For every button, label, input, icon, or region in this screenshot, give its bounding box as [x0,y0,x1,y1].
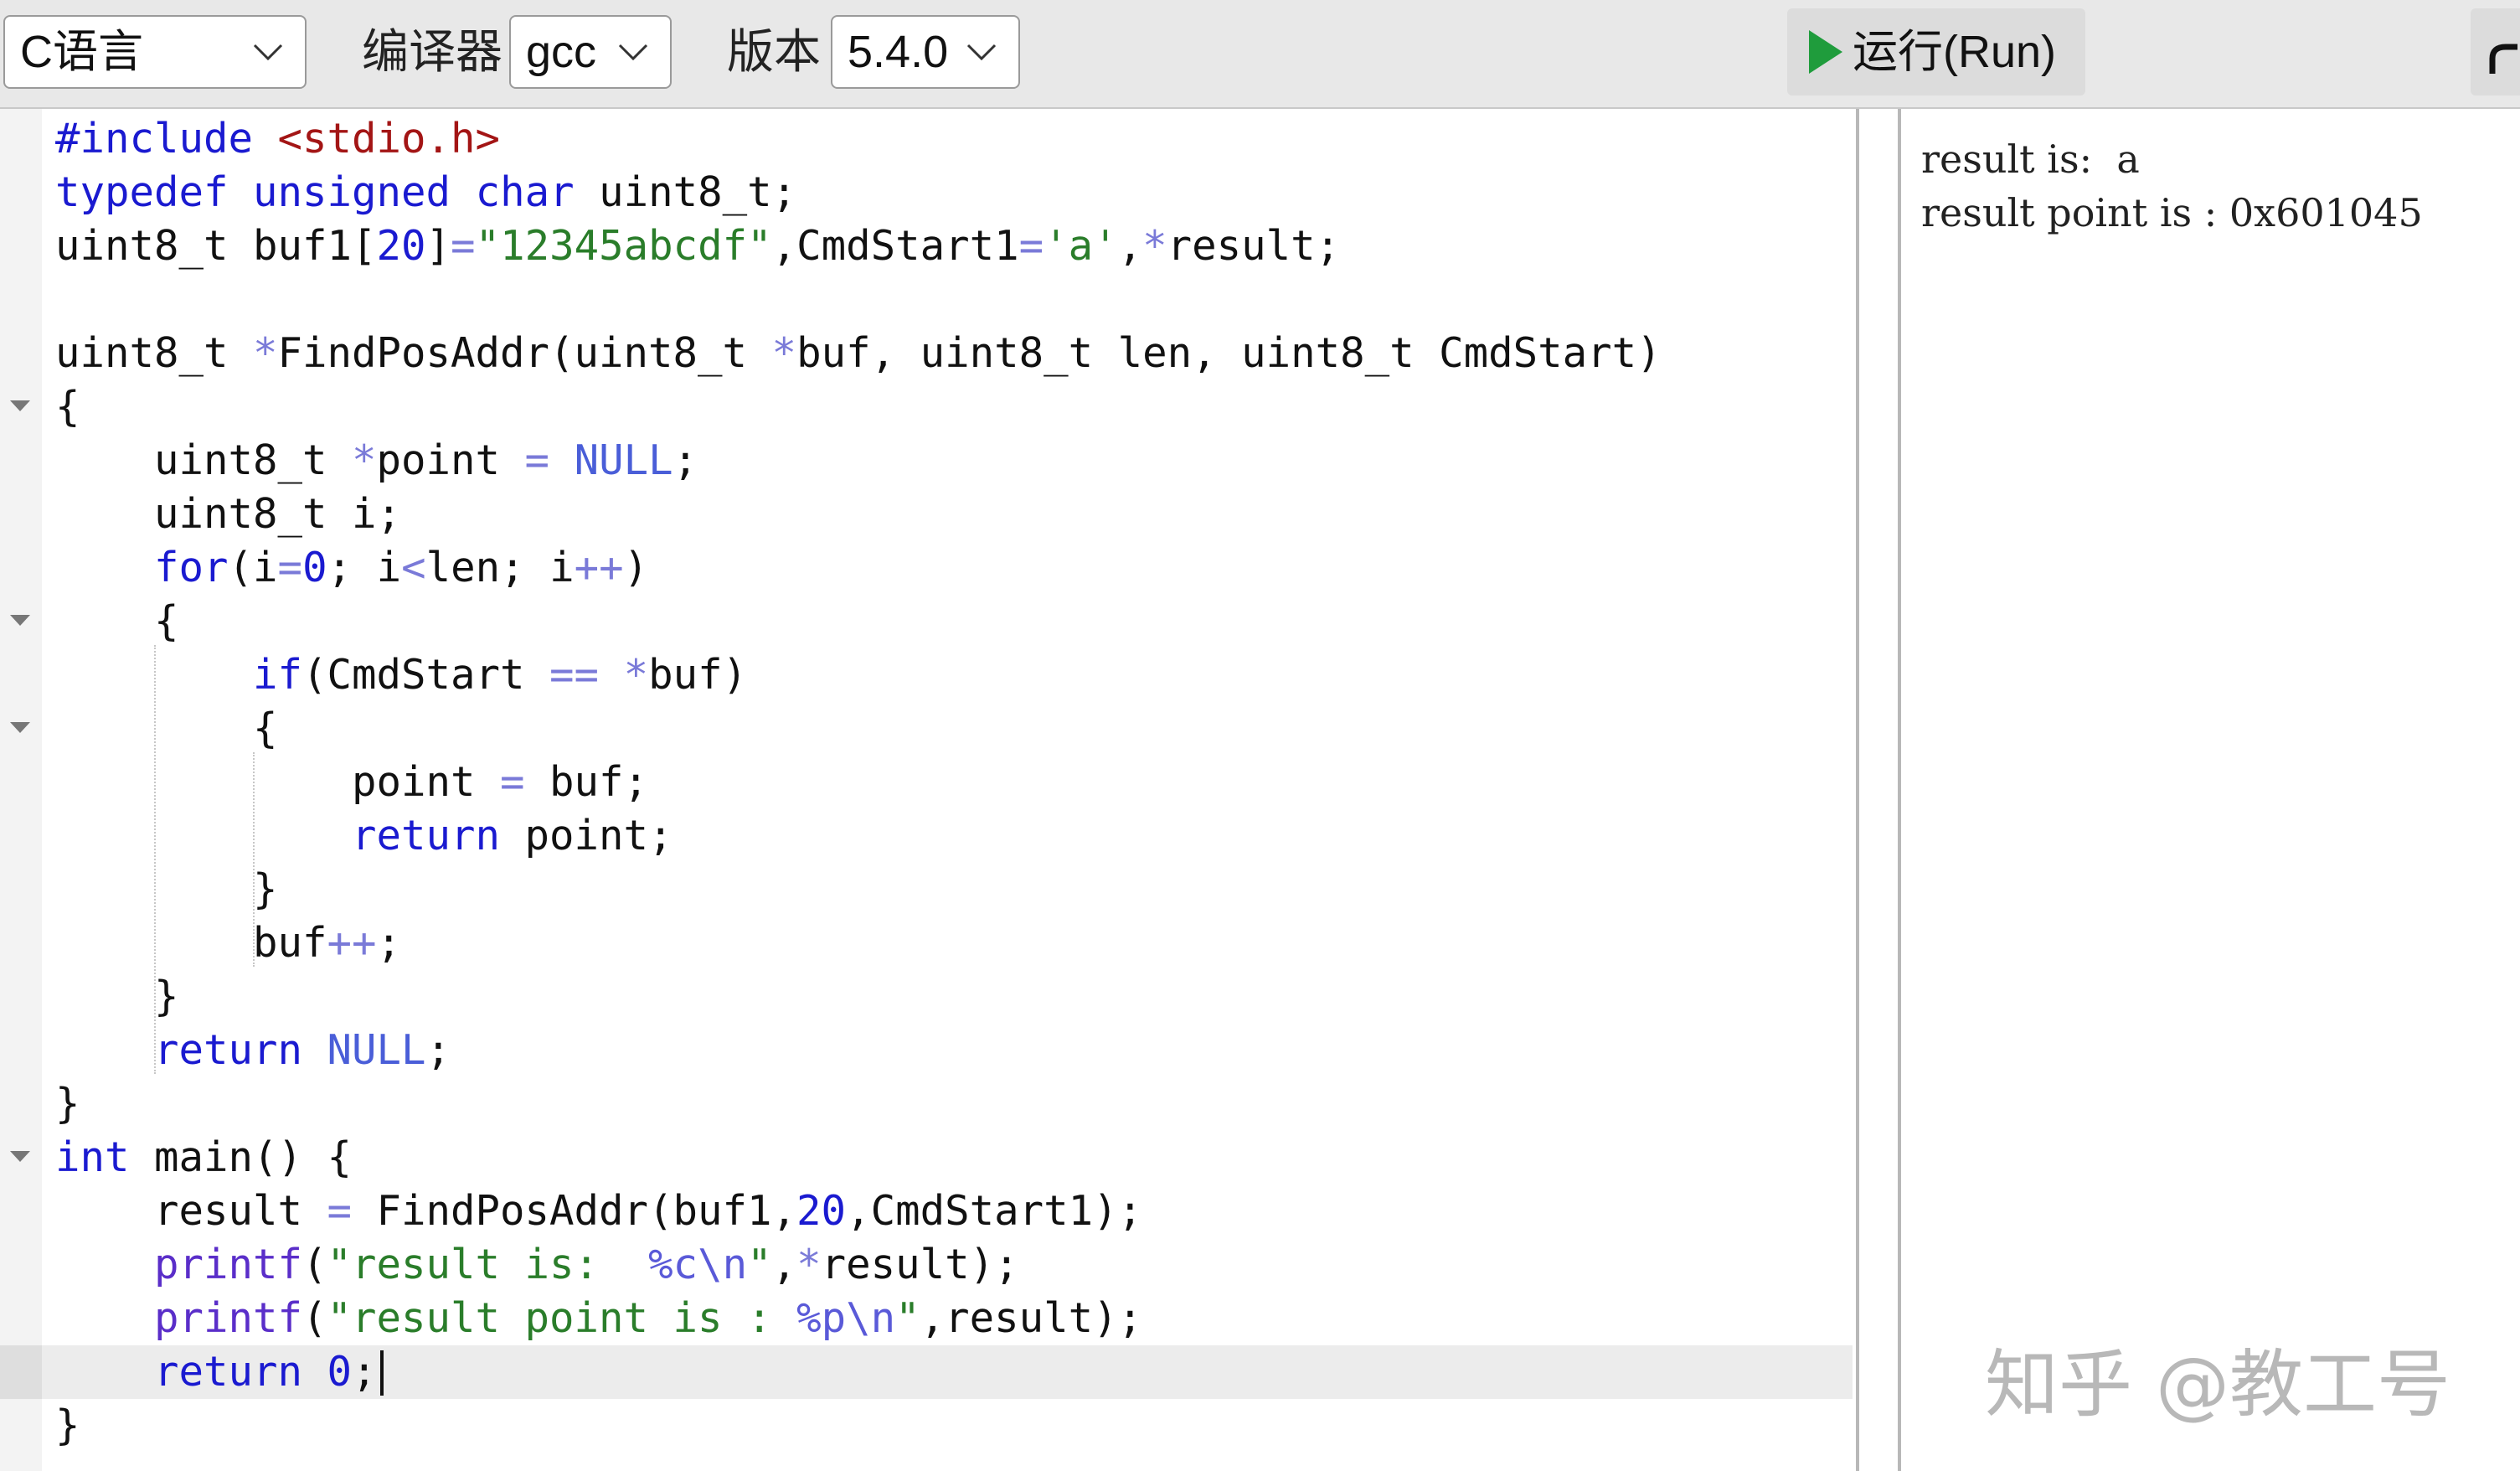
code-token: %p\n [796,1294,896,1342]
code-line-1: #include <stdio.h> [55,112,500,166]
code-token: " [747,1241,772,1288]
text-cursor [380,1350,384,1396]
code-line-12: { [55,705,278,752]
code-token: return [154,1348,303,1396]
code-line-23: printf("result point is : %p\n",result); [154,1294,1143,1342]
code-token: typedef [55,168,229,216]
code-token: 0 [302,544,327,591]
compiler-select-value: gcc [526,27,597,77]
code-token: if [253,651,303,699]
code-token: for [154,544,229,591]
editor-gutter [0,109,42,1471]
version-select-value: 5.4.0 [848,27,949,77]
code-line-18: return NULL; [154,1026,451,1074]
compiler-select[interactable]: gcc [509,15,672,89]
code-line-10: { [55,597,179,645]
code-token: = [1018,222,1044,270]
code-token: = [451,222,476,270]
code-token: printf [154,1241,303,1288]
code-line-24: return 0; [154,1348,377,1396]
code-token: = [500,758,525,806]
chevron-down-icon [253,44,283,61]
watermark: 知乎 @教工号 [1985,1341,2450,1427]
code-line-14: return point; [352,812,673,859]
code-line-21: result = FindPosAddr(buf1,20,CmdStart1); [55,1187,1143,1235]
code-line-5: uint8_t *FindPosAddr(uint8_t *buf, uint8… [55,329,1662,377]
code-line-9: for(i=0; i<len; i++) [154,544,649,591]
code-token: "result point is : [327,1294,797,1342]
language-select-value: C语言 [20,27,143,77]
code-line-25: } [55,1401,80,1449]
code-token: " [895,1294,920,1342]
code-token: NULL [574,436,673,484]
play-icon [1809,30,1842,74]
code-token: 20 [796,1187,847,1235]
code-token: 20 [376,222,426,270]
code-token: * [623,651,649,699]
code-token: unsigned [253,168,451,216]
code-token: ++ [327,919,377,967]
compiler-label: 编译器 [362,25,502,78]
chevron-down-icon [618,44,648,61]
code-token: = [524,436,550,484]
version-select[interactable]: 5.4.0 [831,15,1020,89]
code-token: return [352,812,501,859]
run-button-label: 运行(Run) [1853,27,2057,77]
code-line-3: uint8_t buf1[20]="12345abcdf",CmdStart1=… [55,222,1341,270]
code-line-13: point = buf; [55,758,649,806]
fold-toggle-icon[interactable] [10,722,30,733]
code-token: = [327,1187,353,1235]
code-line-7: uint8_t *point = NULL; [55,436,698,484]
chevron-down-icon [966,44,997,61]
code-token: "result is: [327,1241,649,1288]
version-label: 版本 [727,25,821,78]
code-token: * [796,1241,822,1288]
fold-toggle-icon[interactable] [10,1151,30,1162]
code-line-16: buf++; [55,919,402,967]
code-token: printf [154,1294,303,1342]
code-line-6: { [55,383,80,431]
code-line-19: } [55,1080,80,1128]
fold-toggle-icon[interactable] [10,400,30,411]
code-line-22: printf("result is: %c\n",*result); [154,1241,1019,1288]
code-token: <stdio.h> [277,115,501,163]
toolbar: C语言 编译器 gcc 版本 5.4.0 运行(Run) [0,0,2520,109]
code-line-15: } [55,865,278,913]
code-token: == [549,651,600,699]
code-token: 'a' [1044,222,1118,270]
code-token: int [55,1133,130,1181]
code-token: #include [55,115,254,163]
code-token: * [253,329,278,377]
code-token: * [352,436,377,484]
code-line-8: uint8_t i; [55,490,402,538]
code-editor[interactable]: #include <stdio.h> typedef unsigned char… [0,109,1859,1471]
output-line: result is: a [1921,137,2140,182]
code-token: ++ [574,544,624,591]
code-line-20: int main() { [55,1133,353,1181]
run-button[interactable]: 运行(Run) [1787,8,2085,95]
code-token: 0 [327,1348,353,1396]
code-token: char [475,168,575,216]
code-line-17: } [55,973,179,1020]
code-line-2: typedef unsigned char uint8_t; [55,168,797,216]
code-token: < [401,544,426,591]
output-panel: result is: a result point is : 0x601045 [1898,109,2520,1471]
share-icon [2489,44,2517,74]
share-button[interactable] [2471,8,2520,95]
output-line: result point is : 0x601045 [1921,190,2423,235]
language-select[interactable]: C语言 [3,15,307,89]
code-token: NULL [327,1026,426,1074]
code-token: = [277,544,303,591]
code-token: %c\n [648,1241,748,1288]
code-line-11: if(CmdStart == *buf) [253,651,748,699]
gutter-active-line [0,1345,42,1399]
code-token: * [771,329,797,377]
code-token: "12345abcdf" [475,222,772,270]
code-token: return [154,1026,303,1074]
fold-toggle-icon[interactable] [10,615,30,626]
code-token: * [1142,222,1167,270]
